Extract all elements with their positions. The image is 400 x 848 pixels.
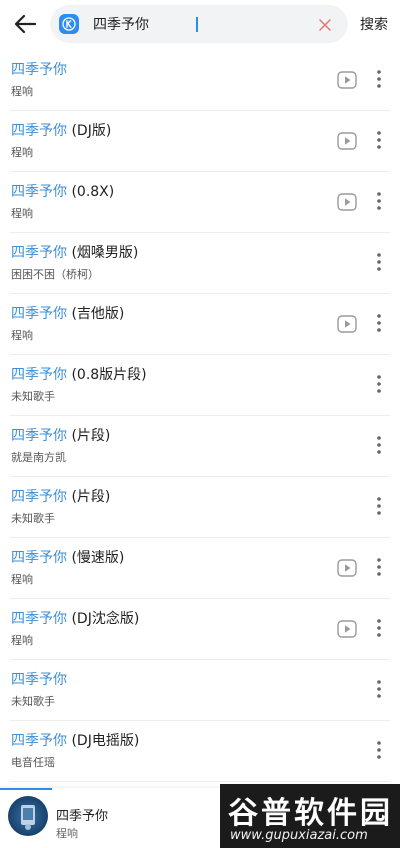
song-row[interactable]: 四季予你 (片段) 未知歌手 [0, 477, 400, 538]
song-title-match: 四季予你 [11, 245, 67, 261]
search-submit-button[interactable]: 搜索 [360, 14, 388, 34]
site-watermark: 谷普软件园 www.gupuxiazai.com [220, 784, 400, 848]
playback-progress-bar [0, 788, 52, 790]
song-title-suffix: (慢速版) [67, 550, 125, 566]
song-artist: 困困不困（桥柯） [11, 268, 99, 281]
song-title-suffix: (吉他版) [67, 306, 125, 322]
song-title: 四季予你 (吉他版) [11, 305, 124, 323]
song-artist: 程响 [11, 85, 33, 98]
song-title-match: 四季予你 [11, 306, 67, 322]
song-title-match: 四季予你 [11, 550, 67, 566]
song-row[interactable]: 四季予你 (DJ版) 程响 [0, 111, 400, 172]
play-video-icon[interactable] [337, 559, 357, 577]
more-vertical-icon[interactable] [372, 68, 386, 90]
more-vertical-icon[interactable] [372, 434, 386, 456]
song-title-suffix: (DJ沈念版) [67, 611, 140, 627]
play-video-icon[interactable] [337, 132, 357, 150]
song-row[interactable]: 四季予你 (DJ电摇版) 电音任瑶 [0, 721, 400, 782]
song-row[interactable]: 四季予你 (烟嗓男版) 困困不困（桥柯） [0, 233, 400, 294]
song-title-suffix: (DJ电摇版) [67, 733, 140, 749]
more-vertical-icon[interactable] [372, 312, 386, 334]
arrow-left-icon [14, 14, 37, 34]
song-artist: 就是南方凯 [11, 451, 66, 464]
song-row[interactable]: 四季予你 (0.8版片段) 未知歌手 [0, 355, 400, 416]
song-title-match: 四季予你 [11, 611, 67, 627]
song-artist: 程响 [11, 329, 33, 342]
song-title-match: 四季予你 [11, 672, 67, 688]
song-title-match: 四季予你 [11, 733, 67, 749]
play-video-icon[interactable] [337, 315, 357, 333]
song-title-match: 四季予你 [11, 184, 67, 200]
more-vertical-icon[interactable] [372, 495, 386, 517]
song-title-match: 四季予你 [11, 62, 67, 78]
song-row[interactable]: 四季予你 (吉他版) 程响 [0, 294, 400, 355]
more-vertical-icon[interactable] [372, 373, 386, 395]
more-vertical-icon[interactable] [372, 556, 386, 578]
song-row[interactable]: 四季予你 未知歌手 [0, 660, 400, 721]
song-title: 四季予你 (DJ电摇版) [11, 732, 139, 750]
song-artist: 未知歌手 [11, 695, 55, 708]
song-result-list: 四季予你 程响 四季予你 (DJ版) 程响 四季予你 (0.8X) 程响 四季予你 (烟嗓男… [0, 50, 400, 782]
more-vertical-icon[interactable] [372, 617, 386, 639]
song-artist: 程响 [11, 146, 33, 159]
song-row[interactable]: 四季予你 (慢速版) 程响 [0, 538, 400, 599]
song-title: 四季予你 [11, 61, 67, 79]
song-artist: 程响 [11, 634, 33, 647]
song-title: 四季予你 (片段) [11, 488, 110, 506]
now-playing-title: 四季予你 [56, 809, 109, 824]
play-video-icon[interactable] [337, 71, 357, 89]
song-title-suffix: (0.8版片段) [67, 367, 147, 383]
song-title: 四季予你 (慢速版) [11, 549, 124, 567]
more-vertical-icon[interactable] [372, 129, 386, 151]
more-vertical-icon[interactable] [372, 678, 386, 700]
song-title-match: 四季予你 [11, 489, 67, 505]
song-title-suffix: (片段) [67, 428, 111, 444]
more-vertical-icon[interactable] [372, 251, 386, 273]
back-button[interactable] [10, 10, 40, 38]
song-title: 四季予你 (DJ版) [11, 122, 111, 140]
kugou-k-logo-icon [59, 14, 79, 34]
song-artist: 未知歌手 [11, 390, 55, 403]
song-title-suffix: (DJ版) [67, 123, 112, 139]
song-title-match: 四季予你 [11, 428, 67, 444]
play-video-icon[interactable] [337, 193, 357, 211]
song-artist: 电音任瑶 [11, 756, 55, 769]
album-cover[interactable] [8, 796, 48, 836]
song-row[interactable]: 四季予你 (片段) 就是南方凯 [0, 416, 400, 477]
close-icon [319, 19, 331, 31]
song-artist: 程响 [11, 573, 33, 586]
song-title: 四季予你 (0.8版片段) [11, 366, 147, 384]
search-input[interactable] [93, 5, 308, 43]
song-title: 四季予你 (DJ沈念版) [11, 610, 139, 628]
song-title: 四季予你 (烟嗓男版) [11, 244, 138, 262]
song-title-suffix: (0.8X) [67, 184, 115, 200]
search-box[interactable] [50, 5, 348, 43]
song-row[interactable]: 四季予你 (0.8X) 程响 [0, 172, 400, 233]
song-title-suffix: (烟嗓男版) [67, 245, 139, 261]
watermark-url: www.gupuxiazai.com [230, 828, 368, 843]
song-title-suffix: (片段) [67, 489, 111, 505]
song-title: 四季予你 (片段) [11, 427, 110, 445]
song-row[interactable]: 四季予你 程响 [0, 50, 400, 111]
song-title-match: 四季予你 [11, 123, 67, 139]
watermark-title: 谷普软件园 [228, 796, 393, 831]
more-vertical-icon[interactable] [372, 190, 386, 212]
clear-search-button[interactable] [318, 17, 332, 31]
search-header: 搜索 [0, 0, 400, 50]
text-cursor [196, 17, 198, 32]
more-vertical-icon[interactable] [372, 739, 386, 761]
song-artist: 未知歌手 [11, 512, 55, 525]
song-title-match: 四季予你 [11, 367, 67, 383]
song-title: 四季予你 (0.8X) [11, 183, 114, 201]
song-artist: 程响 [11, 207, 33, 220]
play-video-icon[interactable] [337, 620, 357, 638]
now-playing-artist: 程响 [56, 827, 78, 840]
song-row[interactable]: 四季予你 (DJ沈念版) 程响 [0, 599, 400, 660]
app-root: 搜索 四季予你程响四季予你 (DJ版)程响四季予你 (0.8X)程响四季予你 (… [0, 0, 400, 848]
song-title: 四季予你 [11, 671, 67, 689]
